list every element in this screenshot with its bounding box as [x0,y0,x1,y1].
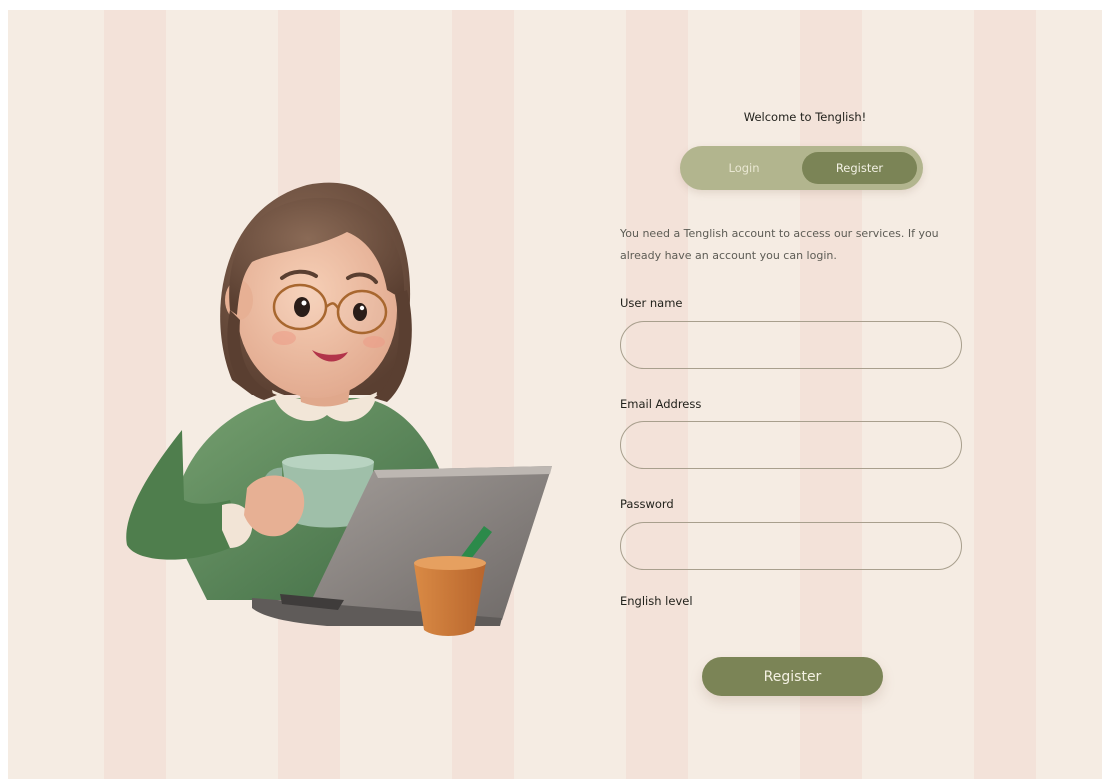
english-level-label: English level [620,594,693,608]
email-input[interactable] [620,421,962,469]
girl-with-laptop-illustration [126,182,552,636]
password-input[interactable] [620,522,962,570]
page-background: Welcome to Tenglish! Login Register You … [8,10,1102,779]
illustration-girl-laptop [112,170,562,640]
auth-mode-toggle: Login Register [680,146,923,190]
password-label: Password [620,497,674,511]
username-input[interactable] [620,321,962,369]
username-label: User name [620,296,683,310]
welcome-heading: Welcome to Tenglish! [743,110,867,124]
register-description: You need a Tenglish account to access ou… [620,227,939,262]
email-label: Email Address [620,397,702,411]
tab-login[interactable]: Login [686,152,802,184]
register-submit-button[interactable]: Register [702,657,883,696]
tab-register[interactable]: Register [802,152,917,184]
